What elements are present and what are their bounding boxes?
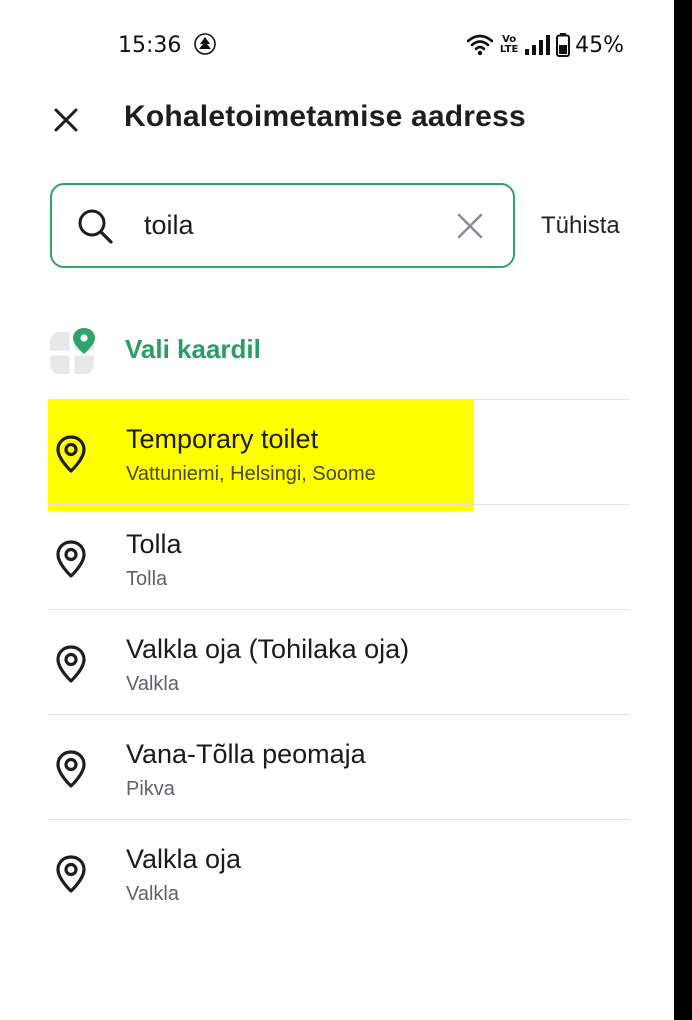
location-pin-icon (56, 540, 86, 578)
result-title: Valkla oja (Tohilaka oja) (126, 634, 410, 664)
result-title: Valkla oja (126, 844, 242, 874)
results-list: Temporary toilet Vattuniemi, Helsingi, S… (48, 399, 630, 924)
location-pin-icon (56, 645, 86, 683)
volte-indicator: Vo LTE (499, 34, 519, 55)
list-item[interactable]: Temporary toilet Vattuniemi, Helsingi, S… (48, 399, 630, 511)
list-item[interactable]: Valkla oja Valkla (48, 819, 630, 924)
list-item[interactable]: Valkla oja (Tohilaka oja) Valkla (48, 609, 630, 714)
clear-search-icon[interactable] (455, 211, 485, 241)
result-subtitle: Valkla (126, 883, 179, 905)
list-item[interactable]: Vana-Tõlla peomaja Pikva (48, 714, 630, 819)
result-title: Temporary toilet (126, 424, 319, 454)
result-title: Vana-Tõlla peomaja (126, 739, 366, 769)
cancel-button[interactable]: Tühista (541, 212, 620, 240)
status-icons: Vo LTE 45% (467, 32, 624, 58)
screen: 15:36 Vo LTE 45% Kohaletoimetamise aadre… (0, 0, 674, 1020)
location-pin-icon (56, 855, 86, 893)
page-title: Kohaletoimetamise aadress (124, 100, 526, 133)
choose-on-map-label: Vali kaardil (125, 334, 261, 364)
list-item[interactable]: Tolla Tolla (48, 504, 630, 609)
status-bar: 15:36 Vo LTE 45% (0, 0, 674, 90)
close-icon (54, 108, 78, 132)
header: Kohaletoimetamise aadress (0, 90, 674, 150)
result-subtitle: Tolla (126, 568, 168, 590)
app-notification-icon (194, 33, 216, 55)
result-subtitle: Valkla (126, 673, 179, 695)
highlight-overlay (48, 400, 474, 511)
result-title: Tolla (126, 529, 182, 559)
location-pin-icon (56, 435, 86, 473)
search-box[interactable] (50, 183, 515, 268)
battery-icon (556, 33, 571, 57)
signal-icon (525, 35, 551, 55)
result-subtitle: Pikva (126, 778, 175, 800)
search-input[interactable] (144, 205, 434, 245)
map-pin-icon (50, 328, 95, 374)
search-icon (78, 209, 113, 244)
battery-percent: 45% (575, 32, 624, 58)
close-button[interactable] (48, 102, 84, 138)
result-subtitle: Vattuniemi, Helsingi, Soome (126, 463, 376, 485)
status-time: 15:36 (118, 33, 182, 58)
location-pin-icon (56, 750, 86, 788)
choose-on-map-button[interactable]: Vali kaardil (48, 320, 630, 380)
wifi-icon (467, 34, 494, 56)
